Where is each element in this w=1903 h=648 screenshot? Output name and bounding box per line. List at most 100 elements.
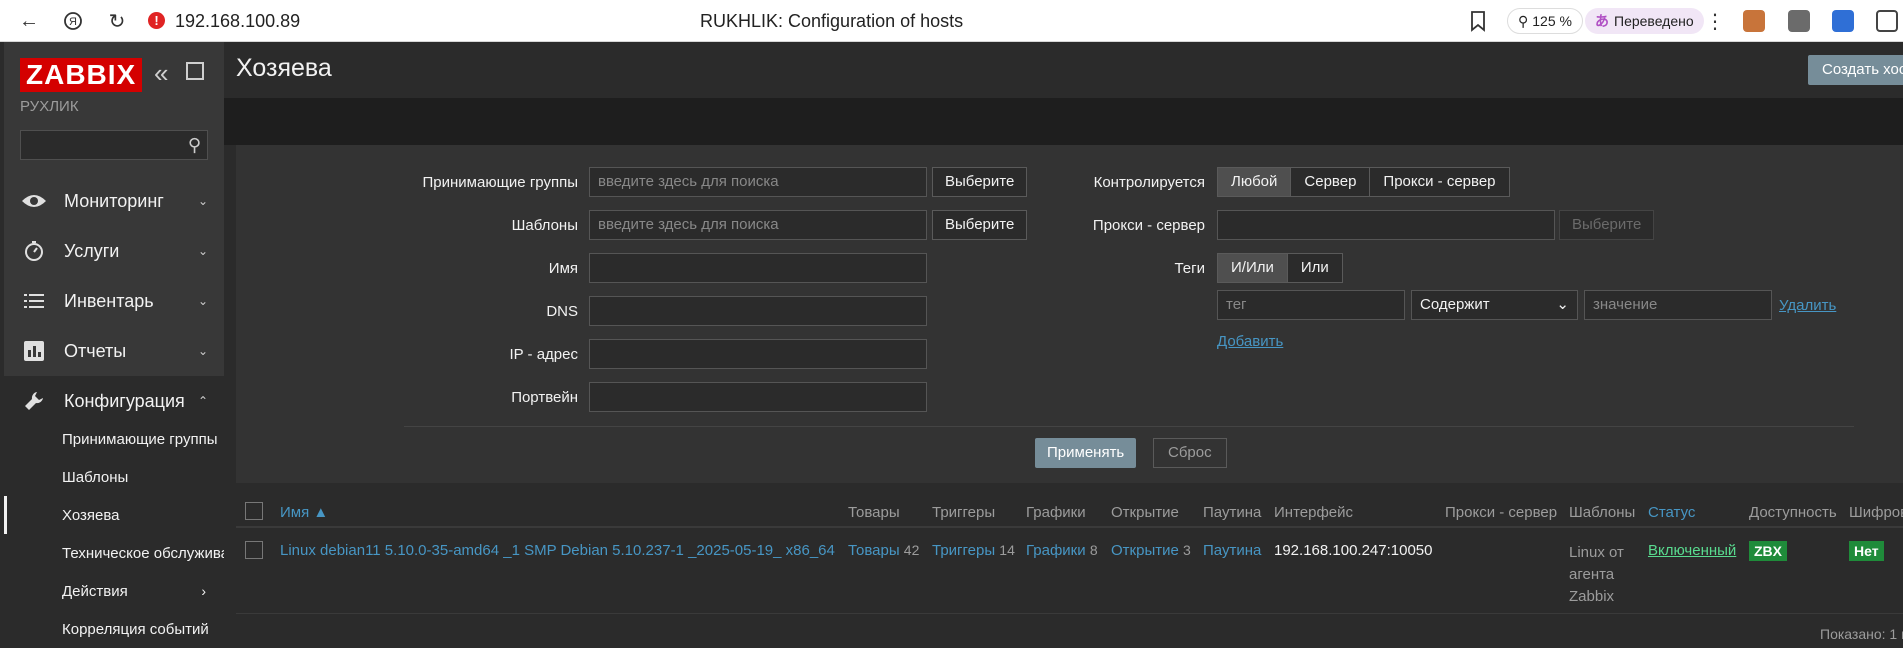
list-icon (4, 293, 64, 309)
proxy-select-button[interactable]: Выберите (1559, 210, 1655, 240)
chevron-right-icon: › (201, 583, 206, 599)
templates-cell: Linux от агента Zabbix (1569, 542, 1624, 605)
col-status[interactable]: Статус (1648, 504, 1695, 521)
monitored-by-any[interactable]: Любой (1218, 168, 1292, 196)
tag-value-input[interactable]: значение (1584, 290, 1772, 320)
zoom-indicator[interactable]: ⚲ 125 % (1507, 8, 1583, 34)
sidebar: ZABBIX « РУХЛИК ⚲ Мониторинг ⌄ Услуги ⌄ … (4, 42, 224, 648)
col-proxy: Прокси - сервер (1445, 504, 1558, 521)
more-menu-icon[interactable]: ⋮ (1705, 9, 1725, 34)
svg-text:Я: Я (69, 16, 77, 28)
submenu-actions[interactable]: Действия › (4, 572, 224, 610)
tags-label: Теги (1174, 260, 1205, 277)
bookmark-icon[interactable] (1468, 10, 1488, 32)
triggers-cell: Триггеры 14 (932, 542, 1015, 559)
remove-tag-link[interactable]: Удалить (1779, 297, 1836, 314)
graphs-cell: Графики 8 (1026, 542, 1098, 559)
page-title: Хозяева (236, 54, 332, 82)
items-link[interactable]: Товары (848, 542, 900, 559)
tag-operator-select[interactable]: Содержит ⌄ (1411, 290, 1578, 320)
interface-cell: 192.168.100.247:10050 (1274, 542, 1433, 559)
chevron-up-icon: ⌃ (197, 394, 208, 408)
eye-icon (4, 192, 64, 210)
zoom-icon: ⚲ (1518, 12, 1529, 29)
extension-avatar-icon[interactable] (1743, 10, 1765, 32)
stopwatch-icon (4, 240, 64, 262)
discovery-cell: Открытие 3 (1111, 542, 1191, 559)
address-bar[interactable]: 192.168.100.89 (175, 11, 300, 32)
host-groups-label: Принимающие группы (422, 174, 578, 191)
extensions-puzzle-icon[interactable] (1876, 10, 1898, 32)
col-items: Товары (848, 504, 900, 521)
col-name[interactable]: Имя ▲ (280, 504, 328, 521)
row-checkbox[interactable] (245, 541, 263, 559)
menu-services[interactable]: Услуги ⌄ (4, 226, 224, 276)
search-icon[interactable]: ⚲ (188, 135, 201, 156)
tags-and-or[interactable]: И/Или (1218, 254, 1288, 282)
ip-input[interactable] (589, 339, 927, 369)
tag-input[interactable]: тег (1217, 290, 1405, 320)
back-arrow-icon[interactable]: ← (16, 8, 42, 34)
name-label: Имя (548, 260, 578, 277)
template-link[interactable]: Linux от (1569, 542, 1624, 564)
templates-input[interactable]: введите здесь для поиска (589, 210, 927, 240)
zbx-availability-badge: ZBX (1749, 541, 1787, 561)
insecure-warning-icon[interactable]: ! (148, 12, 165, 29)
monitored-by-proxy[interactable]: Прокси - сервер (1370, 168, 1509, 196)
menu-monitoring[interactable]: Мониторинг ⌄ (4, 176, 224, 226)
web-link[interactable]: Паутина (1203, 542, 1261, 559)
menu-inventory[interactable]: Инвентарь ⌄ (4, 276, 224, 326)
collapse-sidebar-icon[interactable]: « (154, 58, 168, 89)
dns-input[interactable] (589, 296, 927, 326)
reset-button[interactable]: Сброс (1153, 438, 1227, 468)
proxy-input[interactable] (1217, 210, 1555, 240)
submenu-event-correlation[interactable]: Корреляция событий (4, 610, 224, 648)
monitored-by-label: Контролируется (1093, 174, 1205, 191)
extension-hat-icon[interactable] (1788, 10, 1810, 32)
monitored-by-server[interactable]: Сервер (1291, 168, 1371, 196)
sidebar-search-input[interactable]: ⚲ (20, 130, 208, 160)
col-availability: Доступность (1749, 504, 1837, 521)
submenu-hosts[interactable]: Хозяева (4, 496, 224, 534)
extension-rocket-icon[interactable] (1832, 10, 1854, 32)
chevron-down-icon: ⌄ (197, 194, 208, 208)
col-interface: Интерфейс (1274, 504, 1354, 521)
triggers-link[interactable]: Триггеры (932, 542, 995, 559)
add-tag-link[interactable]: Добавить (1217, 333, 1283, 350)
col-discovery: Открытие (1111, 504, 1179, 521)
templates-label: Шаблоны (511, 217, 578, 234)
name-input[interactable] (589, 253, 927, 283)
yandex-icon[interactable]: Я (60, 8, 86, 34)
select-all-checkbox[interactable] (245, 502, 263, 520)
host-name-link[interactable]: Linux debian11 5.10.0-35-amd64 _1 SMP De… (280, 542, 835, 559)
graphs-link[interactable]: Графики (1026, 542, 1086, 559)
port-input[interactable] (589, 382, 927, 412)
submenu-templates[interactable]: Шаблоны (4, 458, 224, 496)
wrench-icon (4, 390, 64, 412)
host-groups-input[interactable]: введите здесь для поиска (589, 167, 927, 197)
chevron-down-icon: ⌄ (1556, 296, 1569, 313)
col-templates: Шаблоны (1569, 504, 1636, 521)
proxy-label: Прокси - сервер (1092, 217, 1205, 234)
apply-button[interactable]: Применять (1035, 438, 1137, 468)
reload-icon[interactable]: ↻ (104, 8, 130, 34)
tags-evaltype-toggle: И/Или Или (1217, 253, 1343, 283)
discovery-link[interactable]: Открытие (1111, 542, 1179, 559)
submenu-maintenance[interactable]: Техническое обслуживание (4, 534, 224, 572)
submenu-host-groups[interactable]: Принимающие группы (4, 420, 224, 458)
kiosk-mode-icon[interactable] (186, 62, 204, 80)
col-triggers: Триггеры (932, 504, 996, 521)
paging-summary: Показано: 1 из 1 (1820, 626, 1903, 642)
status-toggle-link[interactable]: Включенный (1648, 542, 1736, 559)
create-host-button[interactable]: Создать хост (1808, 55, 1903, 85)
ip-label: IP - адрес (509, 346, 578, 363)
zabbix-logo[interactable]: ZABBIX (20, 58, 143, 92)
menu-reports[interactable]: Отчеты ⌄ (4, 326, 224, 376)
tags-or[interactable]: Или (1287, 254, 1342, 282)
server-name: РУХЛИК (20, 98, 79, 115)
encryption-badge: Нет (1849, 541, 1884, 561)
configuration-submenu: Принимающие группы Шаблоны Хозяева Техни… (4, 418, 224, 648)
translate-icon: あ (1595, 13, 1609, 29)
translate-indicator[interactable]: あ Переведено (1585, 8, 1704, 34)
bar-chart-icon (4, 341, 64, 361)
